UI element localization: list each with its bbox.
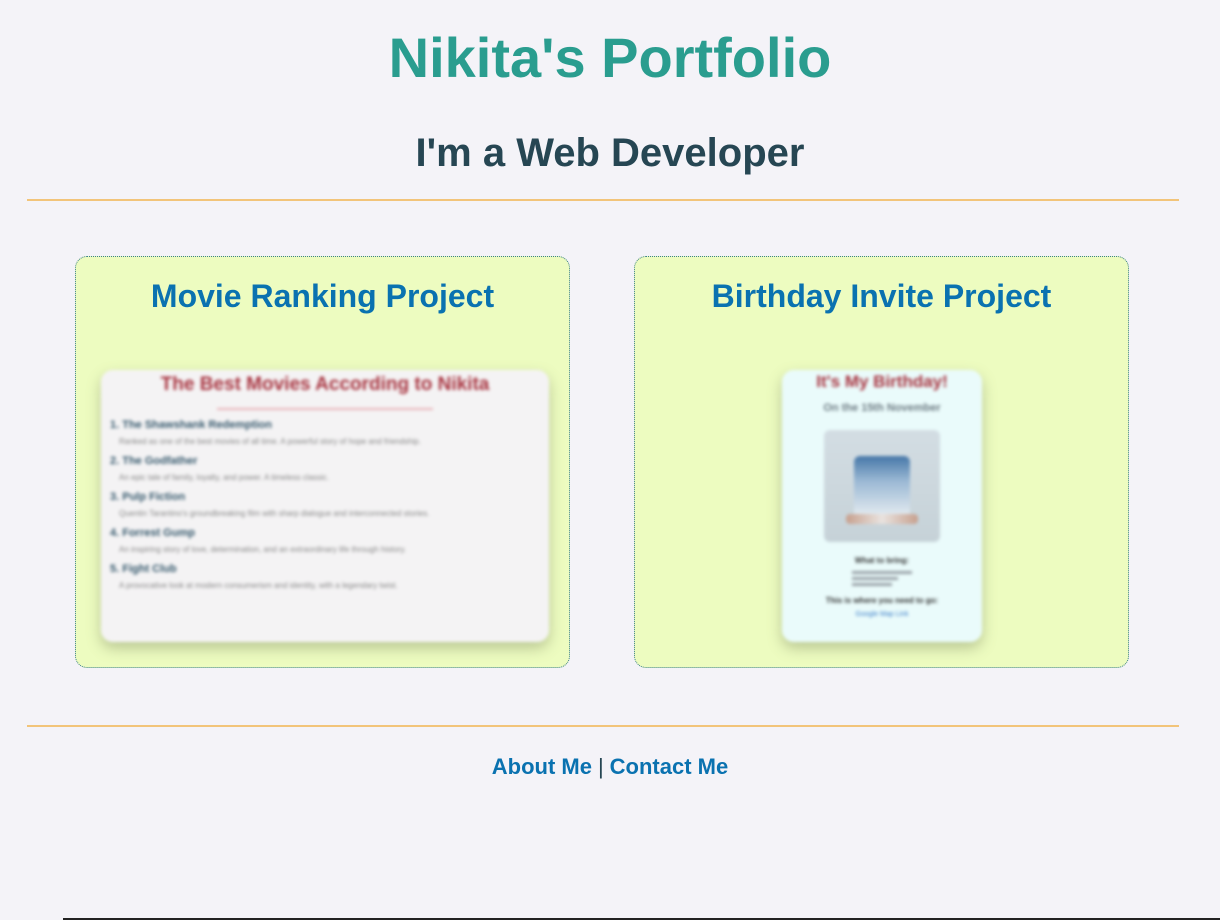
movie-description: Ranked as one of the best movies of all … (119, 437, 421, 446)
project-card-movie-ranking: Movie Ranking Project The Best Movies Ac… (75, 256, 570, 668)
page-subtitle: I'm a Web Developer (415, 131, 805, 175)
map-link: Google Map Link (855, 611, 909, 618)
preview-date: On the 15th November (823, 402, 941, 414)
movie-description: A provocative look at modern consumerism… (119, 581, 398, 590)
list-item: 3. Pulp Fiction Quentin Tarantino's grou… (101, 491, 549, 518)
list-item: 2. The Godfather An epic tale of family,… (101, 455, 549, 482)
bring-list (852, 571, 912, 586)
movie-title: 3. Pulp Fiction (110, 491, 186, 503)
project-card-birthday-invite: Birthday Invite Project It's My Birthday… (634, 256, 1129, 668)
list-item: 5. Fight Club A provocative look at mode… (101, 563, 549, 590)
movie-description: An epic tale of family, loyalty, and pow… (119, 473, 330, 482)
about-me-link[interactable]: About Me (492, 754, 592, 779)
contact-me-link[interactable]: Contact Me (610, 754, 729, 779)
cake-base (846, 514, 918, 524)
preview-heading: The Best Movies According to Nikita (160, 374, 490, 395)
top-divider (27, 199, 1179, 201)
list-item (852, 577, 898, 580)
page-title: Nikita's Portfolio (388, 26, 832, 89)
list-item: 4. Forrest Gump An inspiring story of lo… (101, 527, 549, 554)
list-item: 1. The Shawshank Redemption Ranked as on… (101, 419, 549, 446)
movie-description: An inspiring story of love, determinatio… (119, 545, 407, 554)
cake-image (824, 430, 940, 542)
movie-title: 2. The Godfather (110, 455, 198, 467)
list-item (852, 583, 892, 586)
movie-title: 1. The Shawshank Redemption (110, 419, 272, 431)
project-title: Movie Ranking Project (150, 278, 495, 314)
movie-description: Quentin Tarantino's groundbreaking film … (119, 509, 430, 518)
list-item (852, 571, 912, 574)
bring-heading: What to bring: (854, 556, 910, 565)
birthday-invite-preview-image[interactable]: It's My Birthday! On the 15th November W… (782, 370, 982, 642)
preview-divider (217, 408, 433, 410)
movie-title: 4. Forrest Gump (110, 527, 195, 539)
location-text: This is where you need to go: (825, 596, 939, 605)
project-title: Birthday Invite Project (711, 278, 1052, 314)
preview-heading: It's My Birthday! (816, 372, 948, 391)
movie-ranking-preview-image[interactable]: The Best Movies According to Nikita 1. T… (101, 370, 549, 642)
movie-title: 5. Fight Club (110, 563, 177, 575)
bottom-divider (27, 725, 1179, 727)
footer-nav: About Me | Contact Me (0, 754, 1220, 780)
footer-separator: | (597, 754, 604, 779)
cake-body (854, 456, 910, 518)
